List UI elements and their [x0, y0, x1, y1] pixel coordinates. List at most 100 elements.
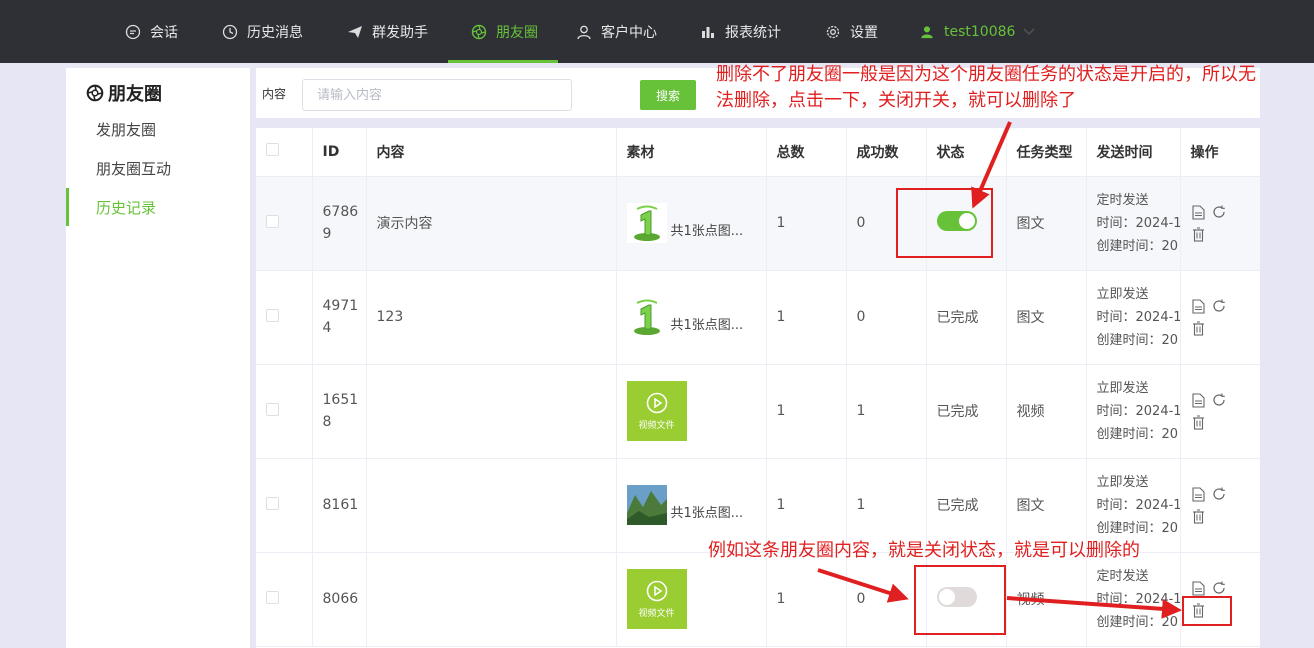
row-checkbox[interactable] [266, 308, 279, 322]
row-id: 16518 [322, 392, 359, 430]
material-preview[interactable]: 共1张点图... [626, 297, 766, 337]
detail-icon[interactable] [1191, 486, 1207, 502]
delete-icon[interactable] [1191, 508, 1207, 524]
user-menu[interactable]: test10086 [918, 0, 1035, 63]
nav-label: 群发助手 [372, 24, 428, 41]
cell-task-type: 视频 [1006, 552, 1087, 647]
send-time: 时间：2024-1 [1096, 497, 1180, 513]
nav-item-chat[interactable]: 会话 [124, 0, 178, 63]
header-send-time: 发送时间 [1086, 128, 1181, 177]
status-text: 已完成 [936, 404, 979, 420]
cell-id: 49714 [312, 270, 367, 365]
delete-icon[interactable] [1191, 320, 1207, 336]
nav-item-settings[interactable]: 设置 [824, 0, 878, 63]
cell-select [256, 176, 313, 271]
detail-icon[interactable] [1191, 392, 1207, 408]
cell-select [256, 552, 313, 647]
row-checkbox[interactable] [266, 496, 279, 510]
detail-icon[interactable] [1191, 204, 1207, 220]
sidebar-item-label: 朋友圈互动 [96, 159, 172, 178]
cell-content [366, 364, 617, 459]
cell-id: 8161 [312, 458, 367, 553]
nav-item-broadcast[interactable]: 群发助手 [346, 0, 428, 63]
cell-status: 已完成 [926, 364, 1007, 459]
select-all-checkbox[interactable] [266, 143, 279, 157]
chat-icon [124, 23, 142, 41]
gear-icon [824, 23, 842, 41]
cell-total: 1 [766, 270, 847, 365]
cell-send-time: 定时发送 时间：2024-1 创建时间：20 [1086, 552, 1181, 647]
send-mode: 立即发送 [1096, 286, 1149, 302]
send-time: 时间：2024-1 [1096, 309, 1180, 325]
material-preview[interactable]: 共1张点图... [626, 203, 766, 243]
highlight-box-toggle-on [896, 188, 993, 258]
cell-content [366, 458, 617, 553]
search-button[interactable]: 搜索 [640, 80, 696, 110]
sidebar-item-interaction[interactable]: 朋友圈互动 [66, 149, 250, 187]
cell-material: 视频文件 [616, 364, 767, 459]
send-time: 时间：2024-1 [1096, 403, 1180, 419]
cell-content: 演示内容 [366, 176, 617, 271]
chevron-down-icon [1023, 28, 1035, 36]
delete-icon[interactable] [1191, 226, 1207, 242]
refresh-icon[interactable] [1211, 580, 1227, 596]
nav-label: 客户中心 [601, 24, 657, 41]
delete-icon[interactable] [1191, 414, 1207, 430]
send-mode: 立即发送 [1096, 474, 1149, 490]
created-time: 创建时间：20 [1096, 614, 1179, 630]
cell-id: 16518 [312, 364, 367, 459]
header-material: 素材 [616, 128, 767, 177]
material-preview[interactable]: 共1张点图... [626, 485, 766, 525]
created-time: 创建时间：20 [1096, 520, 1179, 536]
detail-icon[interactable] [1191, 298, 1207, 314]
history-table: ID 内容 素材 总数 成功数 状态 任务类型 发送时间 操作 67869 演示内… [256, 128, 1260, 648]
nav-item-reports[interactable]: 报表统计 [699, 0, 781, 63]
nav-label: 设置 [850, 24, 878, 41]
video-label: 视频文件 [638, 608, 675, 619]
row-actions [1191, 204, 1231, 242]
nav-item-history[interactable]: 历史消息 [221, 0, 303, 63]
nav-item-customers[interactable]: 客户中心 [575, 0, 657, 63]
cell-success: 1 [846, 364, 927, 459]
table-row: 8066 视频文件 1 0 视频 定时发送 时间：2024-1 创建时间：20 [256, 552, 1260, 647]
image-thumbnail [626, 203, 667, 243]
play-icon [646, 392, 667, 413]
cell-task-type: 视频 [1006, 364, 1087, 459]
material-label: 共1张点图... [670, 224, 744, 239]
user-icon [575, 23, 593, 41]
cell-material: 视频文件 [616, 552, 767, 647]
cell-select [256, 458, 313, 553]
video-thumbnail[interactable]: 视频文件 [626, 569, 687, 629]
row-checkbox[interactable] [266, 590, 279, 604]
send-icon [346, 23, 364, 41]
detail-icon[interactable] [1191, 580, 1207, 596]
cell-send-time: 定时发送 时间：2024-1 创建时间：20 [1086, 176, 1181, 271]
material-label: 共1张点图... [670, 506, 744, 521]
created-time: 创建时间：20 [1096, 332, 1179, 348]
refresh-icon[interactable] [1211, 298, 1227, 314]
header-task-type: 任务类型 [1006, 128, 1087, 177]
cell-status: 已完成 [926, 270, 1007, 365]
refresh-icon[interactable] [1211, 204, 1227, 220]
sidebar-item-history[interactable]: 历史记录 [66, 188, 250, 226]
cell-total: 1 [766, 176, 847, 271]
header-content: 内容 [366, 128, 617, 177]
nav-item-moments[interactable]: 朋友圈 [448, 0, 558, 63]
cell-send-time: 立即发送 时间：2024-1 创建时间：20 [1086, 364, 1181, 459]
cell-ops [1180, 176, 1260, 271]
send-time: 时间：2024-1 [1096, 591, 1180, 607]
row-checkbox[interactable] [266, 402, 279, 416]
send-mode: 立即发送 [1096, 380, 1149, 396]
cell-send-time: 立即发送时间：2024-1 创建时间：20 [1086, 270, 1181, 365]
refresh-icon[interactable] [1211, 392, 1227, 408]
search-input[interactable] [302, 79, 572, 111]
sidebar-item-label: 历史记录 [96, 198, 157, 217]
cell-total: 1 [766, 364, 847, 459]
cell-ops [1180, 364, 1260, 459]
row-checkbox[interactable] [266, 214, 279, 228]
status-text: 已完成 [936, 310, 979, 326]
header-status: 状态 [926, 128, 1007, 177]
video-thumbnail[interactable]: 视频文件 [626, 381, 687, 441]
refresh-icon[interactable] [1211, 486, 1227, 502]
sidebar-item-post[interactable]: 发朋友圈 [66, 110, 250, 148]
